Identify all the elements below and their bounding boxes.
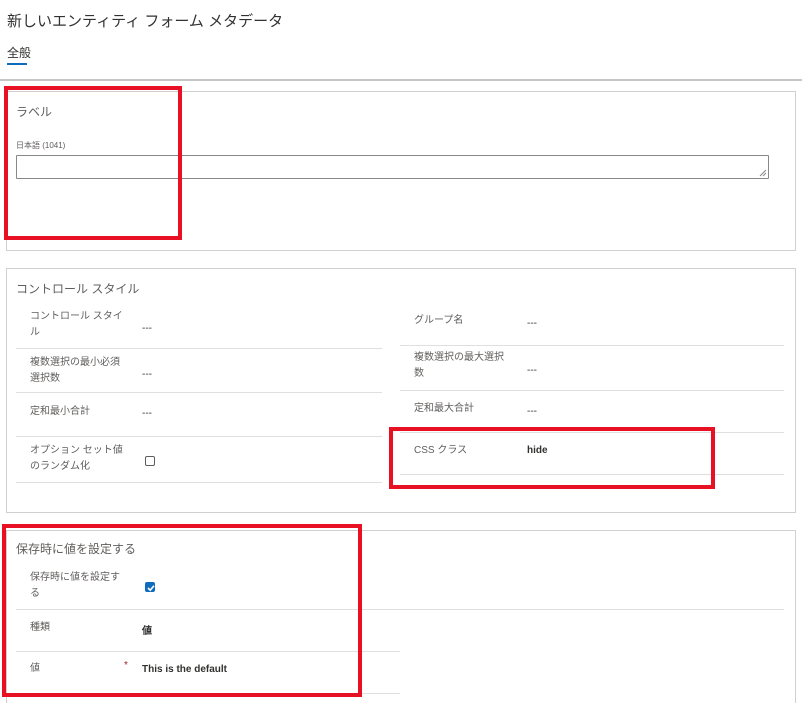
row-divider	[16, 392, 382, 393]
tab-general[interactable]: 全般	[7, 44, 31, 61]
resize-grip-icon[interactable]	[759, 169, 767, 177]
min-total-value[interactable]: ---	[142, 408, 152, 419]
randomize-label: オプション セット値 のランダム化	[30, 445, 123, 472]
min-required-label: 複数選択の最小必須 選択数	[30, 357, 120, 384]
row-divider	[400, 345, 784, 346]
min-total-label: 定和最小合計	[30, 406, 90, 417]
control-style-section-title: コントロール スタイル	[16, 282, 140, 296]
control-style-label: コントロール スタイ ル	[30, 311, 123, 338]
group-name-value[interactable]: ---	[527, 318, 537, 329]
max-select-label: 複数選択の最大選択 数	[414, 352, 504, 379]
randomize-checkbox[interactable]	[145, 456, 155, 466]
page-title: 新しいエンティティ フォーム メタデータ	[7, 13, 284, 30]
max-total-label: 定和最大合計	[414, 403, 474, 414]
highlight-box-css-class	[389, 427, 715, 489]
row-divider	[16, 436, 382, 437]
row-divider	[400, 390, 784, 391]
max-select-value[interactable]: ---	[527, 365, 537, 376]
group-name-label: グループ名	[414, 315, 464, 326]
header-divider	[0, 79, 802, 81]
highlight-box-label	[4, 86, 182, 240]
row-divider	[16, 348, 382, 349]
control-style-value[interactable]: ---	[142, 323, 152, 334]
min-required-value[interactable]: ---	[142, 369, 152, 380]
max-total-value[interactable]: ---	[527, 406, 537, 417]
tab-active-indicator	[7, 63, 27, 65]
highlight-box-set-value	[2, 524, 362, 697]
row-divider	[16, 482, 382, 483]
